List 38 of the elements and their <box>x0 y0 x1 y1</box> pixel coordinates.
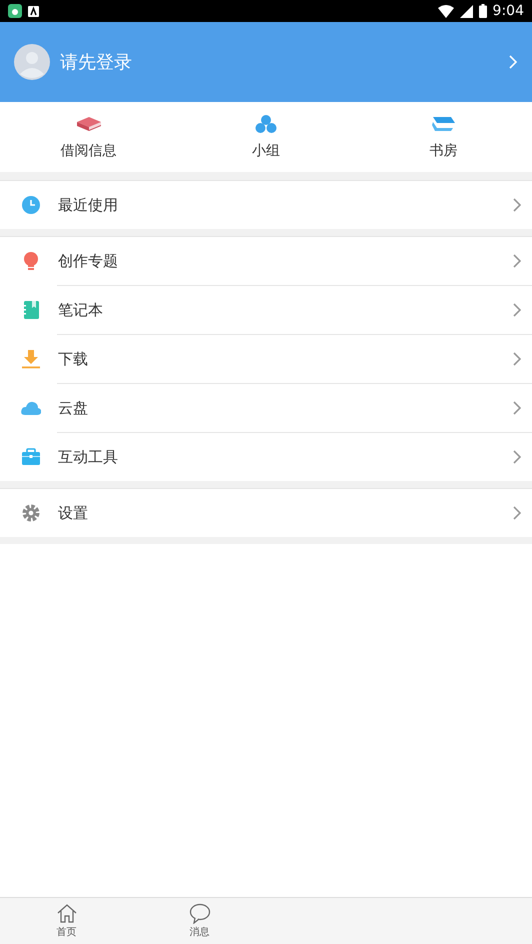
layers-icon <box>429 114 458 134</box>
clock-icon <box>21 195 41 215</box>
chevron-icon <box>512 197 522 213</box>
chevron-icon <box>512 400 522 416</box>
shortcut-button[interactable]: 小组 <box>177 102 355 172</box>
briefcase-icon <box>21 447 41 467</box>
lightbulb-icon <box>21 251 41 271</box>
book-icon <box>74 114 103 134</box>
menu-item[interactable]: 创作专题 <box>0 237 532 285</box>
chevron-icon <box>512 302 522 318</box>
shortcut-button[interactable]: 书房 <box>354 102 532 172</box>
battery-icon <box>478 4 487 18</box>
app-icon <box>8 4 22 18</box>
gear-icon <box>21 503 41 523</box>
home-icon <box>56 903 78 924</box>
download-icon <box>21 349 41 369</box>
avatar-icon <box>14 44 50 80</box>
menu-item[interactable]: 互动工具 <box>57 432 532 481</box>
menu-item[interactable]: 云盘 <box>57 383 532 432</box>
login-prompt: 请先登录 <box>60 51 132 74</box>
notebook-icon <box>21 300 41 320</box>
signal-icon <box>460 4 473 18</box>
nav-tab[interactable]: 首页 <box>0 898 133 944</box>
menu-item[interactable]: 最近使用 <box>0 181 532 229</box>
menu-item[interactable]: 下载 <box>57 334 532 383</box>
chevron-icon <box>512 253 522 269</box>
menu-item[interactable]: 笔记本 <box>57 285 532 334</box>
shortcut-button[interactable]: 借阅信息 <box>0 102 178 172</box>
wifi-icon <box>438 4 454 18</box>
chevron-icon <box>512 505 522 521</box>
chevron-icon <box>508 54 518 70</box>
notification-icon <box>28 6 39 16</box>
nav-tab[interactable]: 消息 <box>133 898 266 944</box>
chevron-icon <box>512 351 522 367</box>
clock-time: 9:04 <box>492 3 524 19</box>
chevron-icon <box>512 449 522 465</box>
speech-bubble-icon <box>188 903 210 924</box>
menu-item[interactable]: 设置 <box>0 489 532 537</box>
